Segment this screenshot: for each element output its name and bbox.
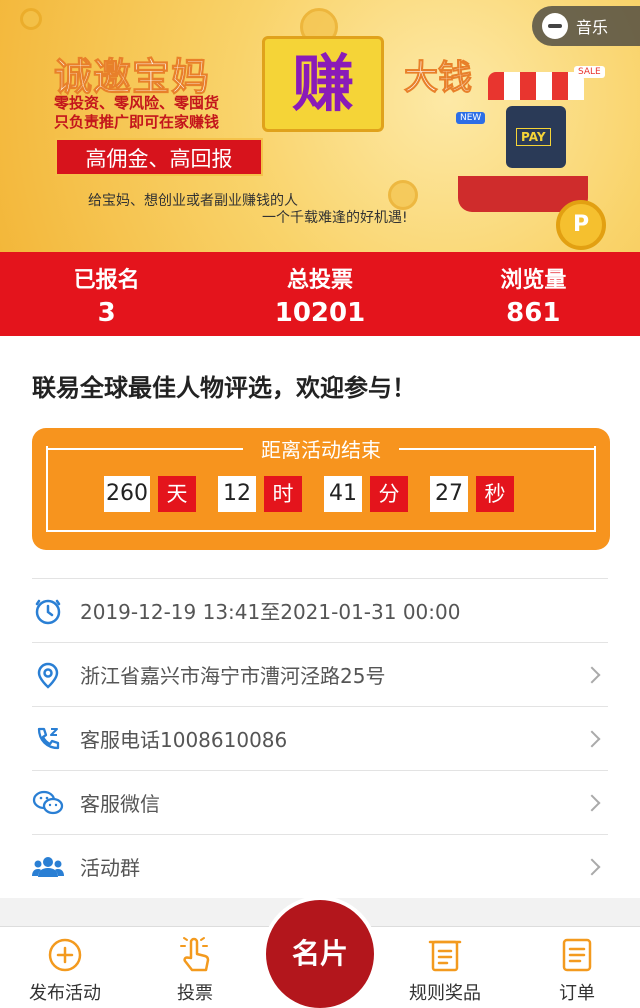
stat-value: 861 [506,298,561,328]
countdown-title-row: 距离活动结束 [48,434,594,463]
pay-label: PAY [516,128,551,146]
countdown-days: 260 [104,476,150,512]
stat-views: 浏览量 861 [427,252,640,336]
countdown-minutes-unit: 分 [370,476,408,512]
wechat-icon [32,787,64,819]
countdown-minutes: 41 [324,476,362,512]
event-title: 联易全球最佳人物评选，欢迎参与！ [32,374,416,402]
service-phone: 客服电话1008610086 [80,728,288,752]
banner-subtitle-line: 只负责推广即可在家赚钱 [54,113,220,131]
shop-roof [488,72,584,100]
divider [48,447,243,450]
info-row-phone[interactable]: 客服电话1008610086 [32,706,608,770]
shop-illustration: PAY [488,72,584,182]
coin-decoration [388,180,418,210]
nav-label: 投票 [177,983,213,1004]
rules-document-icon [425,935,465,975]
stat-label: 浏览量 [500,268,567,293]
event-info-list: 2019-12-19 13:41至2021-01-31 00:00 浙江省嘉兴市… [0,578,640,898]
banner-desc-line2: 一个千载难逢的好机遇! [262,210,408,226]
info-row-group[interactable]: 活动群 [32,834,608,898]
banner-red-tag: 高佣金、高回报 [55,138,263,176]
stat-label: 总投票 [286,268,353,293]
nav-vote[interactable]: 投票 [140,935,250,1005]
event-address: 浙江省嘉兴市海宁市漕河泾路25号 [80,664,386,688]
hand-pointer-icon [175,935,215,975]
event-card: 联易全球最佳人物评选，欢迎参与！ 距离活动结束 260 天 12 时 41 分 … [0,336,640,580]
nav-label: 规则奖品 [409,983,481,1004]
stat-registered: 已报名 3 [0,252,213,336]
phone-icon [32,723,64,755]
stat-total-votes: 总投票 10201 [213,252,426,336]
location-pin-icon [32,659,64,691]
countdown-title: 距离活动结束 [261,438,381,462]
info-row-time: 2019-12-19 13:41至2021-01-31 00:00 [32,578,608,642]
stat-label: 已报名 [73,268,140,293]
nav-label: 订单 [559,983,595,1004]
music-icon [542,13,568,39]
nav-label: 发布活动 [29,983,101,1004]
service-wechat: 客服微信 [80,792,160,816]
promo-banner: 诚邀宝妈 赚 大钱 零投资、零风险、零囤货 只负责推广即可在家赚钱 高佣金、高回… [0,0,640,252]
chevron-right-icon [583,858,601,875]
coin-p-icon: P [556,200,606,250]
business-card-button[interactable]: 名片 [262,896,378,1008]
event-time-range: 2019-12-19 13:41至2021-01-31 00:00 [80,600,461,624]
banner-title-left: 诚邀宝妈 [53,55,211,100]
stat-value: 3 [97,298,116,328]
stats-bar: 已报名 3 总投票 10201 浏览量 861 [0,252,640,336]
divider [399,447,594,450]
info-row-address[interactable]: 浙江省嘉兴市海宁市漕河泾路25号 [32,642,608,706]
music-button[interactable]: 音乐 [532,6,640,46]
info-row-wechat[interactable]: 客服微信 [32,770,608,834]
banner-title-earn: 赚 [262,36,384,132]
banner-subtitle-line: 零投资、零风险、零囤货 [54,94,220,112]
countdown-panel: 距离活动结束 260 天 12 时 41 分 27 秒 [32,428,610,550]
music-label: 音乐 [576,18,609,37]
chevron-right-icon [583,730,601,747]
new-tag: NEW [456,112,486,124]
nav-rules-prizes[interactable]: 规则奖品 [390,935,500,1005]
countdown-hours-unit: 时 [264,476,302,512]
banner-subtitle: 零投资、零风险、零囤货 只负责推广即可在家赚钱 [54,94,254,132]
nav-orders[interactable]: 订单 [522,935,632,1005]
plus-circle-icon [45,935,85,975]
banner-title-right: 大钱 [404,58,473,99]
group-icon [32,851,64,883]
countdown-days-unit: 天 [158,476,196,512]
countdown-seconds-unit: 秒 [476,476,514,512]
sale-tag: SALE [574,66,605,78]
countdown-values: 260 天 12 时 41 分 27 秒 [104,476,514,512]
order-list-icon [557,935,597,975]
coin-decoration [20,8,42,30]
activity-group: 活动群 [80,856,140,880]
clock-icon [32,595,64,627]
countdown-hours: 12 [218,476,256,512]
nav-publish-activity[interactable]: 发布活动 [10,935,120,1005]
countdown-seconds: 27 [430,476,468,512]
chevron-right-icon [583,666,601,683]
chevron-right-icon [583,794,601,811]
countdown-frame: 距离活动结束 260 天 12 时 41 分 27 秒 [46,438,596,532]
stat-value: 10201 [274,298,366,328]
